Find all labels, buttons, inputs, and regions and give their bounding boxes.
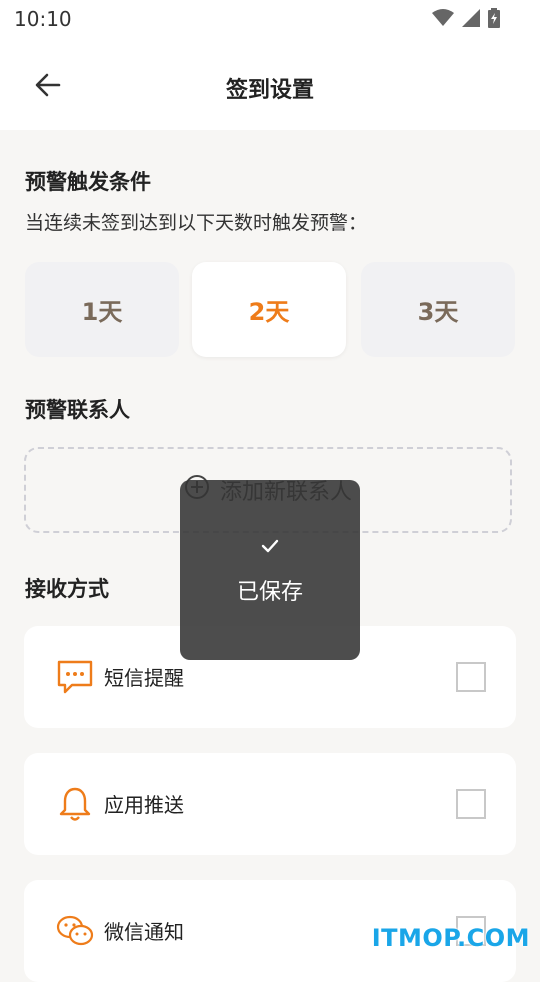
wifi-icon: [432, 9, 454, 31]
day-option-3[interactable]: 3天: [361, 262, 515, 357]
top-bar: 签到设置: [0, 36, 540, 130]
toast-text: 已保存: [237, 574, 303, 606]
bell-icon: [56, 785, 94, 823]
watermark: ITMOP.COM: [372, 924, 530, 952]
methods-section-title: 接收方式: [25, 573, 109, 603]
sms-icon: [56, 658, 94, 696]
trigger-description: 当连续未签到达到以下天数时触发预警：: [25, 208, 367, 235]
method-card-push[interactable]: 应用推送: [24, 753, 516, 855]
day-option-2[interactable]: 2天: [192, 262, 346, 357]
method-label-sms: 短信提醒: [104, 662, 184, 691]
method-label-push: 应用推送: [104, 789, 184, 818]
saved-toast: 已保存: [180, 480, 360, 660]
check-icon: [260, 538, 280, 558]
trigger-section-title: 预警触发条件: [25, 166, 151, 196]
status-icons: [432, 8, 500, 32]
page-title: 签到设置: [0, 72, 540, 104]
method-label-wechat: 微信通知: [104, 916, 184, 945]
push-checkbox[interactable]: [456, 789, 486, 819]
contacts-section-title: 预警联系人: [25, 394, 130, 424]
battery-icon: [488, 8, 500, 32]
status-time: 10:10: [14, 7, 72, 31]
sms-checkbox[interactable]: [456, 662, 486, 692]
signal-icon: [462, 9, 480, 31]
day-option-1[interactable]: 1天: [25, 262, 179, 357]
wechat-icon: [56, 912, 94, 950]
status-bar: 10:10: [0, 0, 540, 36]
